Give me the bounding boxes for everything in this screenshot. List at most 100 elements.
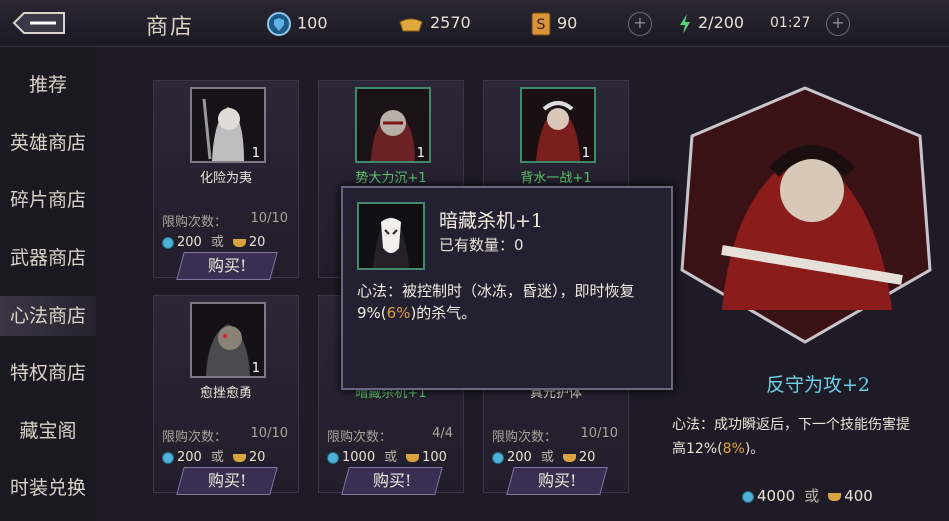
back-arrow-icon[interactable]	[10, 9, 68, 37]
buy-label: 购买!	[537, 471, 577, 490]
popup-desc-percent: 6%	[386, 304, 411, 322]
svg-text:S: S	[537, 17, 546, 33]
skill-portrait: 1	[190, 302, 266, 378]
sidebar-item-hero-shop[interactable]: 英雄商店	[0, 123, 96, 163]
gold-price: 20	[578, 450, 596, 465]
card-name: 背水一战+1	[520, 171, 592, 186]
or-label: 或	[210, 235, 224, 250]
gold-ingot-icon	[562, 453, 576, 462]
popup-portrait	[357, 202, 425, 270]
featured-desc-line1: 心法：成功瞬返后，下一个技能伤害提	[672, 417, 910, 433]
buy-button[interactable]: 购买!	[176, 252, 278, 280]
limit-value: 10/10	[250, 426, 288, 441]
sidebar-item-recommended[interactable]: 推荐	[0, 65, 96, 105]
limit-value: 4/4	[432, 426, 453, 441]
featured-desc-line2: 高12%(	[672, 441, 723, 457]
gem-icon	[162, 236, 174, 249]
sidebar-item-costume-exchange[interactable]: 时装兑换	[0, 468, 96, 508]
page-title: 商店	[146, 15, 195, 40]
owned-count: 1	[581, 146, 590, 161]
sidebar-item-weapon-shop[interactable]: 武器商店	[0, 238, 96, 278]
gem-icon	[327, 451, 339, 464]
limit-label: 限购次数：	[162, 430, 228, 445]
add-token-button[interactable]: +	[628, 12, 652, 36]
card-name: 势大力沉+1	[355, 171, 427, 186]
top-bar: 商店 100 2570 S 90 + 2/200 01:27 +	[0, 0, 949, 47]
gold-price: 20	[248, 235, 266, 250]
energy-timer: 01:27	[770, 15, 811, 31]
sidebar-item-privilege-shop[interactable]: 特权商店	[0, 353, 96, 393]
skill-portrait: 1	[520, 87, 596, 163]
gold-price: 100	[422, 450, 447, 465]
gold-count: 2570	[430, 13, 471, 32]
owned-count: 1	[251, 361, 260, 376]
gem-price: 200	[177, 450, 202, 465]
featured-item-description: 心法：成功瞬返后，下一个技能伤害提 高12%(8%)。	[672, 413, 949, 461]
or-label: 或	[210, 450, 224, 465]
gold-resource: 2570	[398, 12, 471, 34]
token-resource: S 90	[531, 12, 578, 36]
lightning-icon	[680, 13, 690, 34]
shop-card[interactable]: 1 愈挫愈勇 限购次数： 10/10 200 或 20 购买!	[153, 295, 299, 495]
owned-count: 1	[251, 146, 260, 161]
gold-ingot-icon	[232, 238, 246, 247]
skill-portrait: 1	[190, 87, 266, 163]
gold-ingot-icon	[232, 453, 246, 462]
sidebar-item-skill-shop[interactable]: 心法商店	[0, 296, 98, 336]
price-row: 200 或 20	[162, 446, 265, 465]
popup-owned-count: 已有数量：0	[439, 236, 524, 254]
add-energy-button[interactable]: +	[826, 12, 850, 36]
price-row: 200 或 20	[492, 446, 595, 465]
gold-ingot-icon	[828, 492, 842, 501]
gem-icon	[162, 451, 174, 464]
price-row: 200 或 20	[162, 231, 265, 250]
gold-ingot-icon	[399, 18, 423, 31]
featured-desc-end: )。	[744, 441, 765, 457]
limit-label: 限购次数：	[492, 430, 558, 445]
or-label: 或	[384, 450, 398, 465]
gold-ingot-icon	[406, 453, 420, 462]
featured-price-row: 4000 或 400	[742, 485, 873, 506]
shield-count: 100	[297, 13, 328, 33]
featured-gold-price: 400	[844, 487, 873, 505]
buy-button[interactable]: 购买!	[341, 467, 443, 495]
limit-value: 10/10	[250, 211, 288, 226]
gem-price: 200	[507, 450, 532, 465]
skill-portrait: 1	[355, 87, 431, 163]
limit-label: 限购次数：	[162, 215, 228, 230]
or-label: 或	[540, 450, 554, 465]
buy-button[interactable]: 购买!	[506, 467, 608, 495]
price-row: 1000 或 100	[327, 446, 447, 465]
buy-label: 购买!	[207, 256, 247, 275]
card-name: 化险为夷	[199, 171, 252, 186]
shop-category-sidebar: 推荐 英雄商店 碎片商店 武器商店 心法商店 特权商店 藏宝阁 时装兑换	[0, 47, 98, 521]
popup-desc-end: )的杀气。	[410, 304, 477, 322]
owned-count: 1	[416, 146, 425, 161]
token-count: 90	[557, 13, 578, 33]
gold-price: 20	[248, 450, 266, 465]
buy-label: 购买!	[372, 471, 412, 490]
token-card-icon: S	[531, 12, 551, 36]
popup-description: 心法：被控制时（冰冻，昏迷），即时恢复9%(6%)的杀气。	[357, 280, 657, 324]
or-label: 或	[804, 487, 820, 505]
popup-title: 暗藏杀机+1	[439, 210, 544, 232]
sidebar-item-treasure-pavilion[interactable]: 藏宝阁	[0, 411, 96, 451]
item-detail-popup: 暗藏杀机+1 已有数量：0 心法：被控制时（冰冻，昏迷），即时恢复9%(6%)的…	[341, 186, 673, 390]
shop-card[interactable]: 1 化险为夷 限购次数： 10/10 200 或 20 购买!	[153, 80, 299, 280]
gem-icon	[742, 490, 754, 503]
gem-icon	[492, 451, 504, 464]
limit-label: 限购次数：	[327, 430, 393, 445]
featured-item-name: 反守为攻+2	[766, 374, 871, 396]
sidebar-item-fragment-shop[interactable]: 碎片商店	[0, 180, 96, 220]
shield-resource: 100	[267, 12, 328, 36]
limit-value: 10/10	[580, 426, 618, 441]
featured-gem-price: 4000	[757, 487, 796, 505]
shield-icon	[267, 12, 291, 36]
card-name: 愈挫愈勇	[199, 386, 252, 401]
energy-count: 2/200	[698, 13, 745, 32]
buy-label: 购买!	[207, 471, 247, 490]
featured-hero-portrait-icon	[680, 86, 932, 344]
gem-price: 200	[177, 235, 202, 250]
energy-resource: 2/200	[678, 12, 744, 34]
buy-button[interactable]: 购买!	[176, 467, 278, 495]
